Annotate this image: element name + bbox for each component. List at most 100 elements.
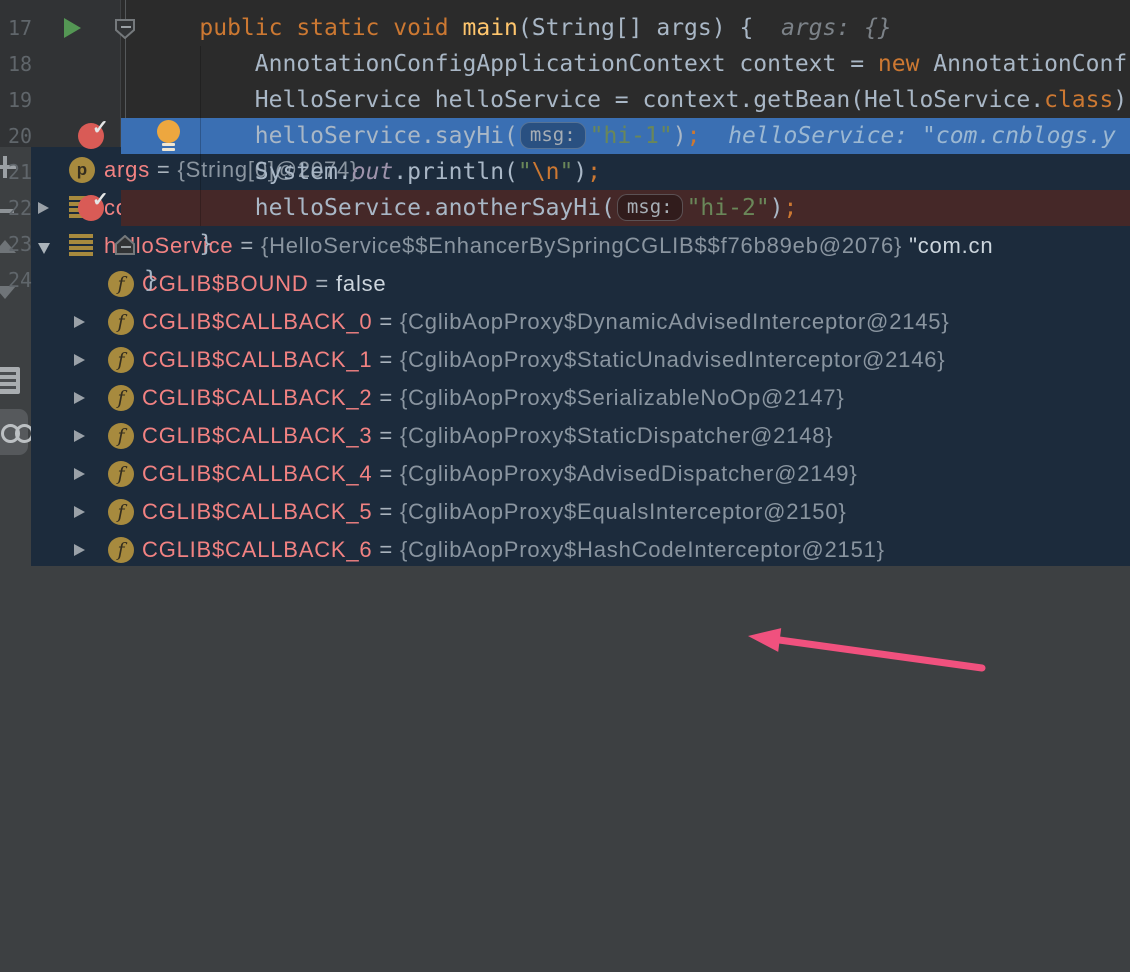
variable-row[interactable]: f CGLIB$CALLBACK_2 = {CglibAopProxy$Seria… — [31, 379, 1130, 417]
equals-sign: = — [372, 309, 399, 334]
code-token-plain: ) — [1113, 87, 1127, 113]
variable-row[interactable]: f CGLIB$CALLBACK_0 = {CglibAopProxy$Dynam… — [31, 303, 1130, 341]
variable-name: CGLIB$CALLBACK_5 — [142, 499, 372, 524]
code-token-plain: } — [144, 267, 158, 293]
code-token-semi: ; — [784, 195, 798, 221]
show-watches-icon[interactable] — [0, 409, 28, 455]
variable-name: CGLIB$CALLBACK_0 — [142, 309, 372, 334]
intention-lightbulb-icon[interactable] — [153, 120, 185, 152]
duplicate-watch-icon[interactable] — [0, 367, 20, 394]
code-line[interactable]: HelloService helloService = context.getB… — [144, 82, 1130, 118]
chevron-collapsed-icon[interactable] — [74, 430, 85, 442]
line-number[interactable]: 23 — [8, 226, 48, 262]
variable-row[interactable]: f CGLIB$CALLBACK_5 = {CglibAopProxy$Equal… — [31, 493, 1130, 531]
variable-name: CGLIB$CALLBACK_3 — [142, 423, 372, 448]
code-token-kw: public static void — [199, 15, 462, 41]
variable-value: {CglibAopProxy$DynamicAdvisedInterceptor… — [400, 309, 950, 334]
field-icon: f — [108, 537, 134, 563]
variable-value: {CglibAopProxy$StaticDispatcher@2148} — [400, 423, 834, 448]
breakpoint-icon[interactable]: ✓ — [78, 195, 104, 221]
variable-text: CGLIB$CALLBACK_0 = {CglibAopProxy$Dynami… — [142, 303, 949, 341]
variable-text: CGLIB$CALLBACK_6 = {CglibAopProxy$HashCo… — [142, 531, 885, 566]
code-token-semi: ; — [687, 123, 701, 149]
field-icon: f — [108, 499, 134, 525]
code-token-kw: new — [878, 51, 920, 77]
fold-end-icon[interactable] — [114, 235, 136, 255]
code-line[interactable]: public static void main(String[] args) {… — [144, 10, 1130, 46]
variable-name: CGLIB$CALLBACK_6 — [142, 537, 372, 562]
ide-debug-view: 17 public static void main(String[] args… — [0, 0, 1130, 972]
variable-row[interactable]: f CGLIB$CALLBACK_1 = {CglibAopProxy$Stati… — [31, 341, 1130, 379]
code-line[interactable]: System.out.println("\n"); — [144, 154, 1130, 190]
code-token-plain — [144, 15, 199, 41]
code-token-plain: ) — [573, 159, 587, 185]
code-token-plain: AnnotationConf — [919, 51, 1127, 77]
code-line[interactable]: } — [144, 226, 1130, 262]
variable-name: CGLIB$CALLBACK_1 — [142, 347, 372, 372]
variable-value: {CglibAopProxy$EqualsInterceptor@2150} — [400, 499, 847, 524]
line-number[interactable]: 22 — [8, 190, 48, 226]
code-token-hint: args: {} — [753, 15, 891, 41]
indent-guide — [200, 46, 201, 226]
code-token-str: "hi-2" — [687, 195, 770, 221]
code-token-str: " — [559, 159, 573, 185]
chevron-collapsed-icon[interactable] — [74, 316, 85, 328]
variable-row[interactable]: f CGLIB$CALLBACK_3 = {CglibAopProxy$Stati… — [31, 417, 1130, 455]
code-token-hint2: helloService: "com.cnblogs.y — [700, 123, 1115, 149]
chevron-collapsed-icon[interactable] — [74, 392, 85, 404]
code-token-plain: System. — [144, 159, 352, 185]
equals-sign: = — [372, 499, 399, 524]
code-token-plain: .println( — [393, 159, 518, 185]
parameter-hint-pill: msg: — [617, 194, 683, 221]
run-method-icon[interactable] — [64, 18, 81, 38]
variable-text: CGLIB$CALLBACK_4 = {CglibAopProxy$Advise… — [142, 455, 858, 493]
field-icon: f — [108, 385, 134, 411]
variable-value: {CglibAopProxy$HashCodeInterceptor@2151} — [400, 537, 885, 562]
variable-text: CGLIB$CALLBACK_3 = {CglibAopProxy$Static… — [142, 417, 833, 455]
parameter-hint-pill: msg: — [520, 122, 586, 149]
field-icon: f — [108, 347, 134, 373]
fold-collapse-icon[interactable] — [114, 19, 136, 39]
variable-name: CGLIB$CALLBACK_2 — [142, 385, 372, 410]
code-token-plain: } — [144, 231, 213, 257]
code-line[interactable]: helloService.sayHi(msg:"hi-1"); helloSer… — [144, 118, 1130, 154]
code-token-plain: ) — [770, 195, 784, 221]
variable-name: CGLIB$CALLBACK_4 — [142, 461, 372, 486]
field-icon: f — [108, 309, 134, 335]
chevron-collapsed-icon[interactable] — [74, 354, 85, 366]
line-number[interactable]: 24 — [8, 262, 48, 298]
code-token-str: " — [518, 159, 532, 185]
equals-sign: = — [372, 537, 399, 562]
line-number[interactable]: 20 — [8, 118, 48, 154]
variable-text: CGLIB$CALLBACK_2 = {CglibAopProxy$Serial… — [142, 379, 844, 417]
line-number[interactable]: 19 — [8, 82, 48, 118]
equals-sign: = — [372, 347, 399, 372]
chevron-collapsed-icon[interactable] — [74, 544, 85, 556]
code-line[interactable]: } — [144, 262, 1130, 298]
parameter-icon: p — [69, 157, 95, 183]
code-token-fn: main — [463, 15, 518, 41]
code-token-semi: ; — [587, 159, 601, 185]
field-icon: f — [108, 423, 134, 449]
chevron-collapsed-icon[interactable] — [74, 506, 85, 518]
panel-footer — [31, 566, 1130, 606]
object-icon — [69, 234, 93, 258]
breakpoint-icon[interactable]: ✓ — [78, 123, 104, 149]
line-number[interactable]: 21 — [8, 154, 48, 190]
code-token-field: out — [352, 159, 394, 185]
equals-sign: = — [372, 385, 399, 410]
breakpoint-verified-check-icon: ✓ — [92, 115, 109, 140]
code-line[interactable]: AnnotationConfigApplicationContext conte… — [144, 46, 1130, 82]
annotation-arrow — [730, 610, 1020, 690]
code-editor[interactable]: 17 public static void main(String[] args… — [0, 0, 1130, 302]
variable-row[interactable]: f CGLIB$CALLBACK_6 = {CglibAopProxy$HashC… — [31, 531, 1130, 566]
line-number[interactable]: 18 — [8, 46, 48, 82]
variable-value: {CglibAopProxy$StaticUnadvisedIntercepto… — [400, 347, 945, 372]
code-line[interactable]: helloService.anotherSayHi(msg:"hi-2"); — [144, 190, 1130, 226]
variable-row[interactable]: fCGLIB$CALLBACK_4 = {CglibAopProxy$Advis… — [31, 455, 1130, 493]
chevron-collapsed-icon[interactable] — [74, 468, 85, 480]
variable-value: {CglibAopProxy$SerializableNoOp@2147} — [400, 385, 845, 410]
line-number[interactable]: 17 — [8, 10, 48, 46]
code-token-kw: class — [1044, 87, 1113, 113]
breakpoint-verified-check-icon: ✓ — [92, 187, 109, 212]
